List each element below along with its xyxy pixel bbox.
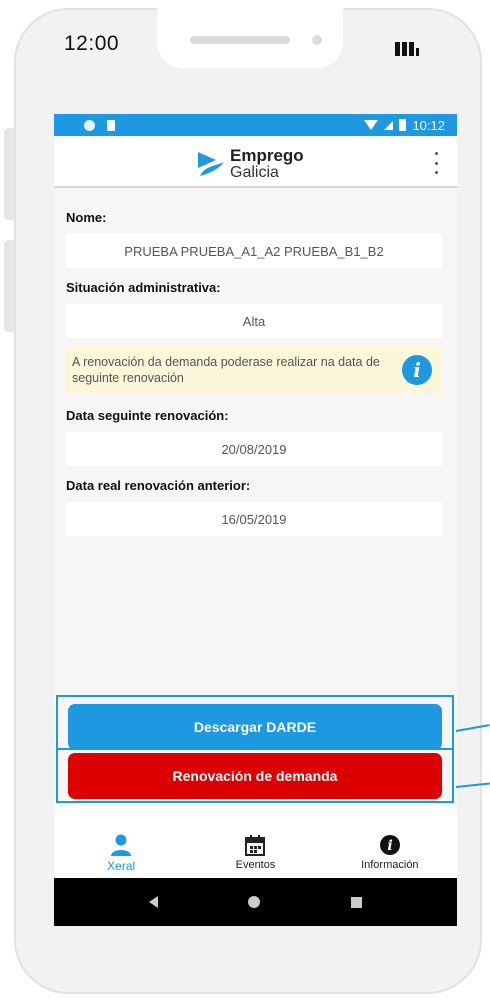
field-value-status: Alta [66,304,442,338]
bottom-navigation: Xeral Eventos i Información [54,830,457,878]
battery-icon [399,119,407,131]
back-icon[interactable] [149,896,159,908]
device-clock: 12:00 [64,32,120,55]
info-icon: i [379,835,400,855]
nav-item-eventos[interactable]: Eventos [188,830,322,878]
field-label-next-renewal: Data seguinte renovación: [66,408,229,423]
front-camera [312,35,322,45]
renew-demand-button[interactable]: Renovación de demanda [68,753,442,799]
download-darde-button[interactable]: Descargar DARDE [68,704,442,750]
svg-text:i: i [387,838,392,854]
main-content: Nome: PRUEBA PRUEBA_A1_A2 PRUEBA_B1_B2 S… [54,188,457,803]
field-label-name: Nome: [66,210,107,225]
logo-title: Emprego [230,146,304,165]
app-screen: 10:12 Emprego Galicia Nome: PRUEBA PRUEB… [54,114,457,926]
field-label-previous-renewal: Data real renovación anterior: [66,478,251,493]
emprego-logo-icon [198,152,224,176]
app-bar: Emprego Galicia [54,136,457,188]
calendar-icon [245,835,266,856]
nav-label-informacion: Información [361,859,419,871]
signal-icon [395,38,419,56]
notice-text: A renovación da demanda poderase realiza… [72,355,380,385]
cellular-icon [384,120,394,130]
status-time: 10:12 [412,117,445,133]
renew-button-highlight: Renovación de demanda [56,748,454,803]
speaker-grille [190,36,290,44]
person-icon [111,834,132,856]
notification-dot-icon [84,119,95,131]
wifi-icon [364,120,379,130]
renewal-notice: A renovación da demanda poderase realiza… [66,346,442,394]
field-value-next-renewal: 20/08/2019 [66,432,442,466]
nav-label-eventos: Eventos [235,859,276,871]
recents-icon[interactable] [350,896,362,908]
field-value-name: PRUEBA PRUEBA_A1_A2 PRUEBA_B1_B2 [66,234,442,268]
overflow-menu-icon[interactable] [433,152,439,174]
info-icon[interactable]: i [402,355,432,385]
nav-label-xeral: Xeral [107,859,136,873]
field-value-previous-renewal: 16/05/2019 [66,502,442,536]
logo-subtitle: Galicia [230,164,279,181]
nav-item-xeral[interactable]: Xeral [54,830,188,878]
android-navigation-bar [54,878,457,926]
home-icon[interactable] [248,896,261,908]
field-label-status: Situación administrativa: [66,280,221,295]
android-status-bar: 10:12 [54,114,457,136]
sim-card-icon [107,119,115,131]
nav-item-informacion[interactable]: i Información [323,830,457,878]
download-button-highlight: Descargar DARDE [56,695,454,750]
